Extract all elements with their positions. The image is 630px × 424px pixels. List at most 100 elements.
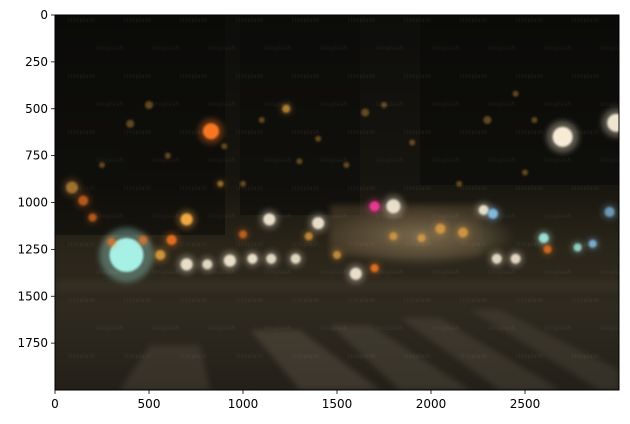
watermark-text: Unsplash [236, 129, 264, 136]
watermark-text: Unsplash [320, 325, 348, 332]
watermark-text: Unsplash [600, 213, 628, 220]
bokeh-light-dim [315, 135, 322, 142]
watermark-text: Unsplash [68, 353, 96, 360]
watermark-text: Unsplash [404, 17, 432, 24]
bokeh-light-dim [296, 158, 303, 165]
watermark-text: Unsplash [572, 129, 600, 136]
bokeh-light [389, 232, 398, 241]
watermark-text: Unsplash [320, 157, 348, 164]
bokeh-light [369, 201, 380, 212]
watermark-text: Unsplash [96, 45, 124, 52]
x-tick-label: 1000 [228, 397, 259, 411]
watermark-text: Unsplash [348, 241, 376, 248]
watermark-text: Unsplash [600, 101, 628, 108]
watermark-text: Unsplash [292, 73, 320, 80]
watermark-text: Unsplash [432, 213, 460, 220]
x-tick-label: 2500 [510, 397, 541, 411]
bokeh-light-dim [126, 119, 135, 128]
watermark-text: Unsplash [68, 297, 96, 304]
watermark-text: Unsplash [348, 129, 376, 136]
watermark-text: Unsplash [236, 297, 264, 304]
watermark-text: Unsplash [460, 297, 488, 304]
bokeh-light [333, 251, 341, 259]
bokeh-light [166, 235, 177, 245]
watermark-text: Unsplash [320, 269, 348, 276]
watermark-text: Unsplash [68, 129, 96, 136]
bokeh-light [266, 253, 277, 264]
bokeh-light [155, 250, 166, 260]
watermark-text: Unsplash [600, 157, 628, 164]
watermark-text: Unsplash [376, 45, 404, 52]
y-axis: 0 250 500 750 1000 1250 1500 1750 [17, 8, 55, 350]
watermark-text: Unsplash [124, 241, 152, 248]
watermark-text: Unsplash [124, 297, 152, 304]
watermark-text: Unsplash [460, 353, 488, 360]
watermark-text: Unsplash [320, 101, 348, 108]
watermark-text: Unsplash [516, 129, 544, 136]
watermark-text: Unsplash [572, 17, 600, 24]
bokeh-light [290, 253, 301, 264]
watermark-text: Unsplash [236, 185, 264, 192]
watermark-text: Unsplash [460, 17, 488, 24]
x-tick-label: 500 [138, 397, 161, 411]
watermark-text: Unsplash [460, 185, 488, 192]
bokeh-light [543, 245, 552, 254]
watermark-text: Unsplash [292, 241, 320, 248]
y-tick-label: 1000 [17, 196, 48, 210]
watermark-text: Unsplash [432, 269, 460, 276]
x-tick-label: 2000 [416, 397, 447, 411]
bokeh-light [247, 253, 258, 264]
watermark-text: Unsplash [68, 17, 96, 24]
bokeh-light-dim [483, 116, 492, 124]
watermark-text: Unsplash [460, 129, 488, 136]
watermark-text: Unsplash [572, 73, 600, 80]
watermark-text: Unsplash [152, 157, 180, 164]
watermark-text: Unsplash [600, 325, 628, 332]
watermark-text: Unsplash [208, 213, 236, 220]
watermark-text: Unsplash [320, 45, 348, 52]
watermark-text: Unsplash [404, 353, 432, 360]
watermark-text: Unsplash [68, 241, 96, 248]
watermark-text: Unsplash [96, 269, 124, 276]
watermark-text: Unsplash [180, 73, 208, 80]
watermark-text: Unsplash [208, 157, 236, 164]
watermark-text: Unsplash [180, 241, 208, 248]
bokeh-light [386, 199, 401, 214]
watermark-text: Unsplash [264, 101, 292, 108]
watermark-text: Unsplash [292, 353, 320, 360]
watermark-text: Unsplash [376, 157, 404, 164]
watermark-text: Unsplash [488, 45, 516, 52]
watermark-text: Unsplash [264, 213, 292, 220]
bokeh-light [180, 258, 193, 271]
watermark-text: Unsplash [208, 45, 236, 52]
watermark-text: Unsplash [516, 297, 544, 304]
watermark-text: Unsplash [180, 353, 208, 360]
watermark-text: Unsplash [516, 185, 544, 192]
watermark-text: Unsplash [208, 325, 236, 332]
watermark-text: Unsplash [348, 353, 376, 360]
watermark-text: Unsplash [124, 129, 152, 136]
y-tick-label: 1250 [17, 242, 48, 256]
bokeh-light-dim [258, 117, 265, 123]
watermark-text: Unsplash [460, 241, 488, 248]
watermark-text: Unsplash [124, 17, 152, 24]
bokeh-light [491, 253, 502, 264]
bokeh-light-dim [512, 90, 519, 97]
watermark-text: Unsplash [236, 353, 264, 360]
watermark-text: Unsplash [180, 185, 208, 192]
watermark-text: Unsplash [348, 73, 376, 80]
watermark-text: Unsplash [152, 325, 180, 332]
watermark-text: Unsplash [152, 45, 180, 52]
watermark-text: Unsplash [544, 101, 572, 108]
watermark-text: Unsplash [348, 185, 376, 192]
bokeh-light-dim [221, 143, 228, 150]
street-photo: Unsplash Unsplash Unsplash Unsplash Unsplash… [55, 15, 628, 390]
watermark-text: Unsplash [572, 297, 600, 304]
watermark-text: Unsplash [432, 101, 460, 108]
watermark-text: Unsplash [348, 17, 376, 24]
bokeh-light [78, 195, 89, 206]
watermark-text: Unsplash [152, 269, 180, 276]
bokeh-light [607, 113, 619, 132]
watermark-text: Unsplash [572, 185, 600, 192]
watermark-text: Unsplash [292, 17, 320, 24]
